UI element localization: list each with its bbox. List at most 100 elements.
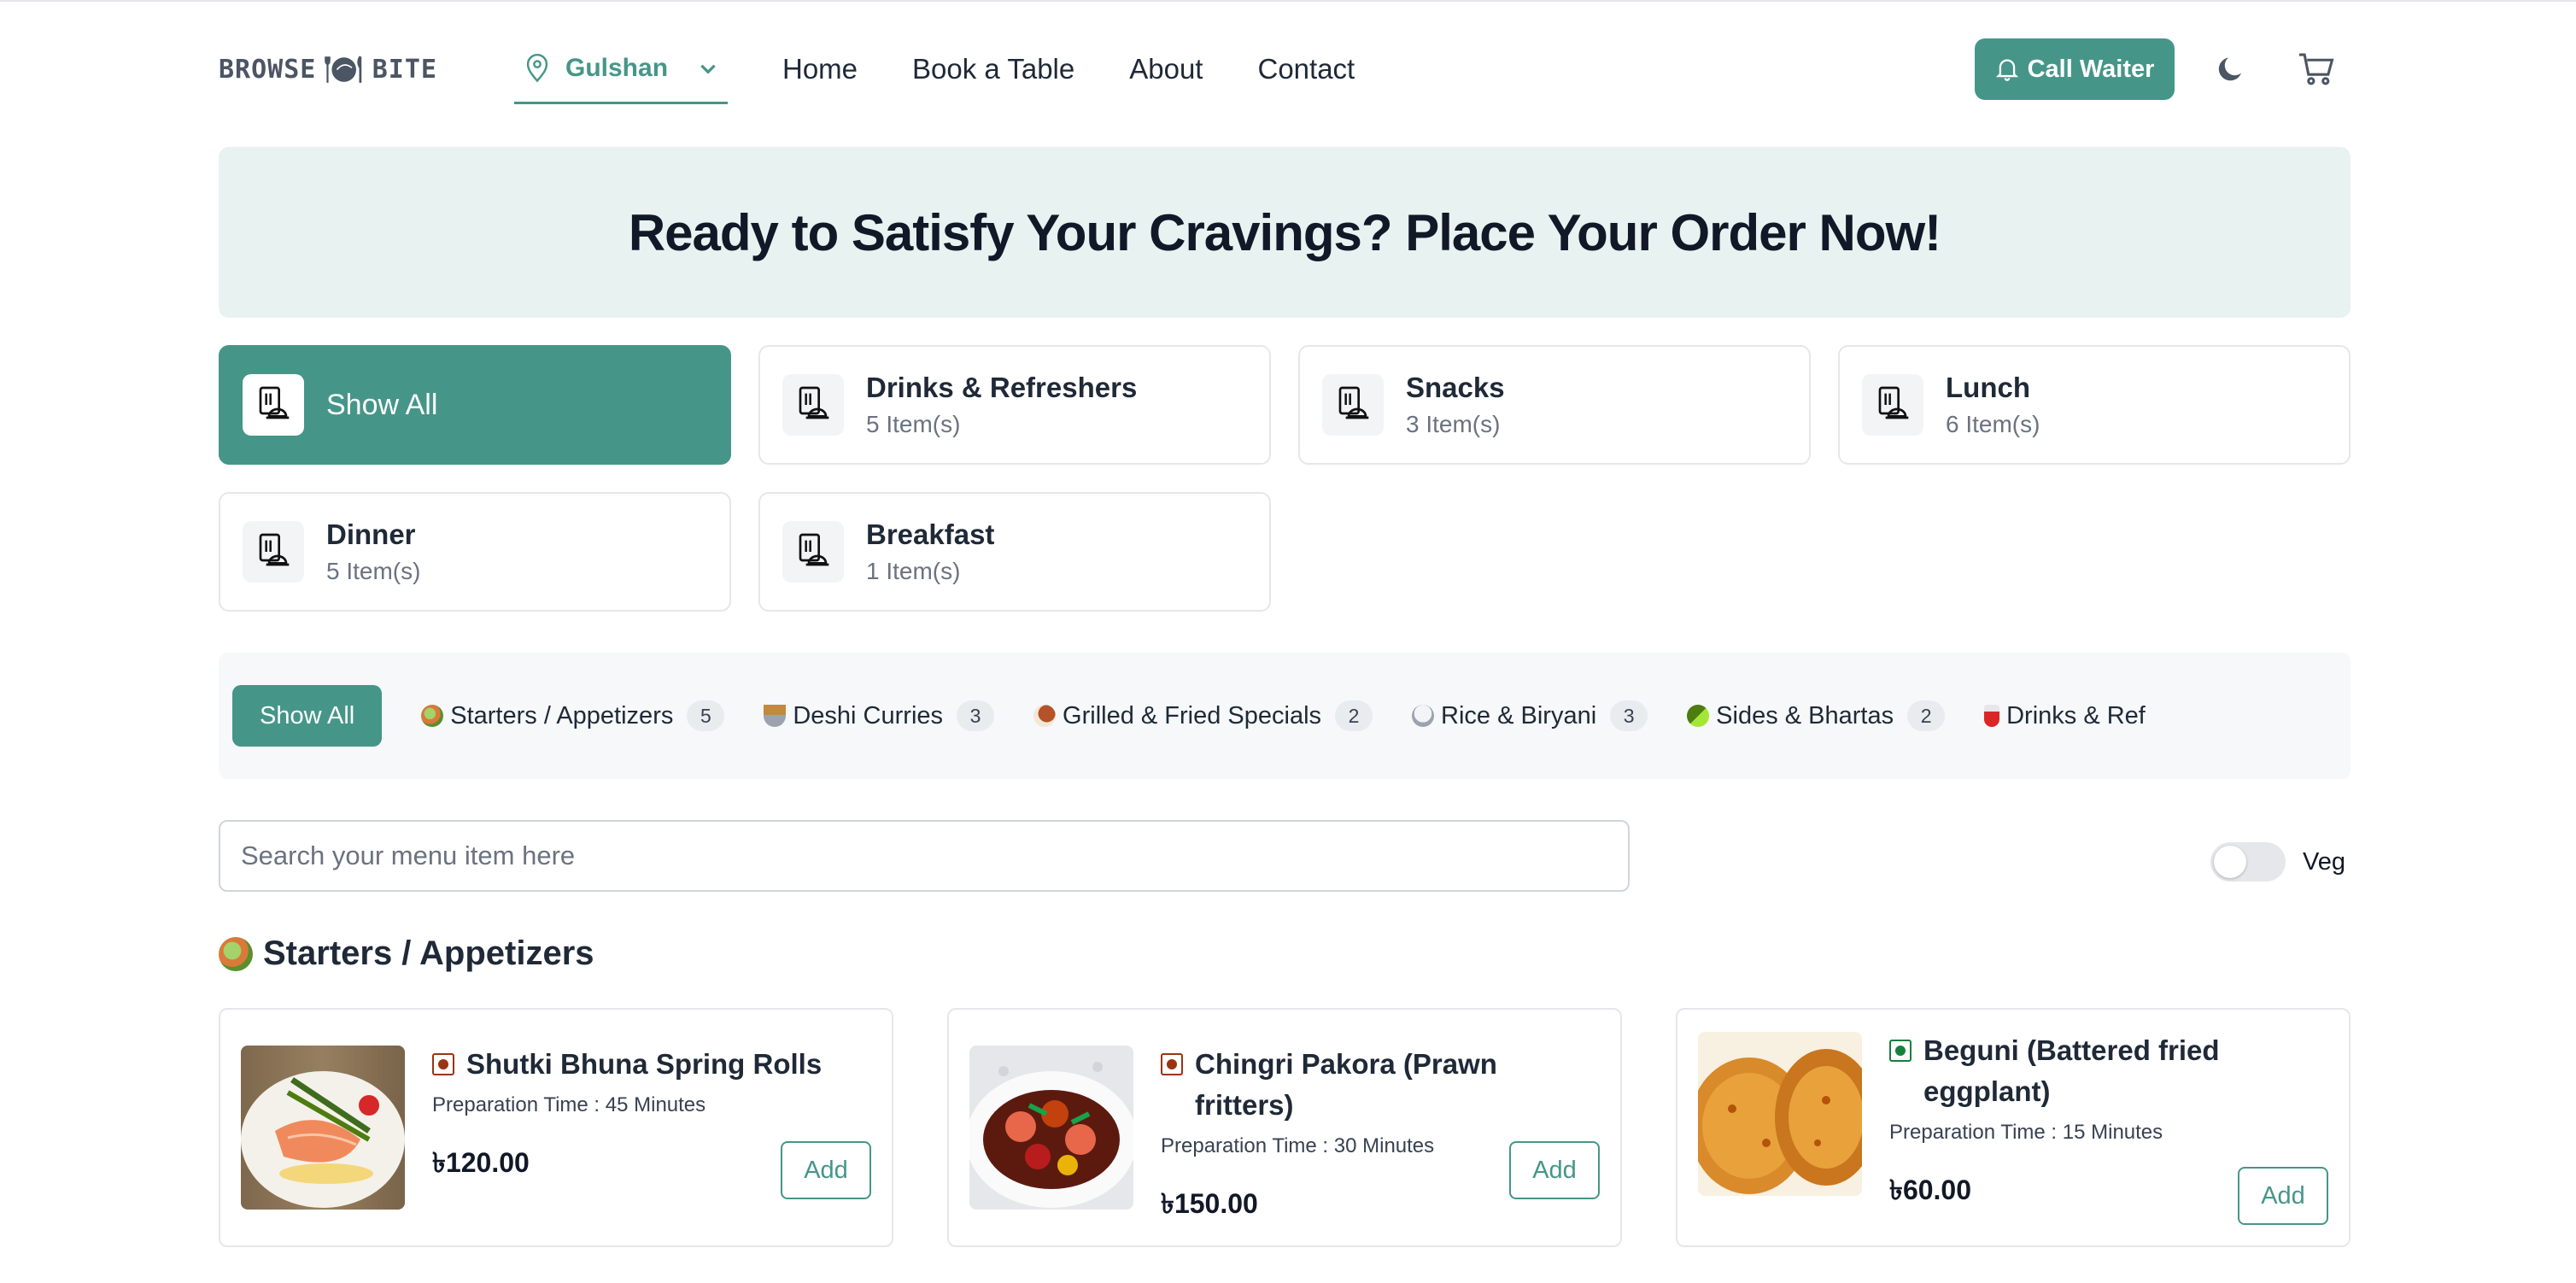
tab-deshi-curries[interactable]: Deshi Curries 3 [764,700,995,731]
hero-banner: Ready to Satisfy Your Cravings? Place Yo… [219,147,2351,318]
banner-title: Ready to Satisfy Your Cravings? Place Yo… [628,203,1941,261]
menu-item-name-text: Shutki Bhuna Spring Rolls [466,1048,823,1080]
category-icon-box [782,374,844,436]
category-text: Breakfast 1 Item(s) [866,518,994,585]
tab-count-badge: 2 [1907,700,1946,731]
call-waiter-button[interactable]: Call Waiter [1975,38,2175,100]
header-actions: Call Waiter [1975,38,2351,100]
category-count: 6 Item(s) [1946,411,2040,437]
dark-mode-toggle[interactable] [2205,44,2257,95]
menu-item-name: Beguni (Battered fried eggplant) [1889,1030,2328,1112]
toggle-knob [2214,846,2246,878]
menu-tray-icon [259,533,290,566]
category-text: Dinner 5 Item(s) [326,518,420,585]
subcategory-tabs: Show All Starters / Appetizers 5 Deshi C… [219,653,2351,779]
nav-book-a-table[interactable]: Book a Table [912,53,1074,85]
menu-item-name-text: Beguni (Battered fried eggplant) [1923,1034,2220,1107]
menu-item-info: Chingri Pakora (Prawn fritters) Preparat… [1161,1044,1600,1228]
tab-count-badge: 3 [957,700,995,731]
menu-item-card[interactable]: Chingri Pakora (Prawn fritters) Preparat… [947,1008,1622,1247]
menu-tray-icon [799,533,829,566]
category-count: 5 Item(s) [326,558,421,584]
veg-label: Veg [2303,847,2345,876]
tab-starters[interactable]: Starters / Appetizers 5 [421,700,725,731]
cart-icon [2299,53,2334,85]
rice-bowl-icon [1412,705,1435,727]
category-name: Dinner [326,518,416,550]
category-card-snacks[interactable]: Snacks 3 Item(s) [1298,345,1811,465]
category-name: Show All [326,388,438,421]
site-header: BROWSE BITE Gulshan Home Book a Table Ab… [219,32,2351,106]
menu-tray-icon [1338,386,1369,419]
category-card-drinks[interactable]: Drinks & Refreshers 5 Item(s) [758,345,1271,465]
moon-icon [2218,57,2241,81]
cart-button[interactable] [2291,44,2342,95]
menu-item-name: Shutki Bhuna Spring Rolls [432,1044,871,1085]
add-to-cart-button[interactable]: Add [1509,1141,1600,1199]
salad-icon [421,705,444,727]
cucumber-icon [1687,705,1710,727]
tab-count-badge: 2 [1335,700,1373,731]
preparation-time: Preparation Time : 45 Minutes [432,1093,706,1116]
menu-item-card[interactable]: Beguni (Battered fried eggplant) Prepara… [1676,1008,2351,1247]
category-card-breakfast[interactable]: Breakfast 1 Item(s) [758,492,1271,612]
menu-item-list: Shutki Bhuna Spring Rolls Preparation Ti… [219,1008,2351,1247]
category-name: Drinks & Refreshers [866,372,1138,403]
category-grid: Show All Drinks & Refreshers 5 Item(s) S… [219,345,2351,612]
tab-label: Rice & Biryani [1441,701,1597,729]
category-name: Breakfast [866,518,995,550]
top-border [0,0,2576,2]
prawn-dish-image [969,1046,1133,1210]
category-card-lunch[interactable]: Lunch 6 Item(s) [1838,345,2351,465]
nav-about[interactable]: About [1129,53,1203,85]
menu-tray-icon [799,386,829,419]
search-input[interactable] [219,820,1630,892]
logo-text-right: BITE [372,54,437,85]
nav-home[interactable]: Home [782,53,858,85]
location-label: Gulshan [565,53,669,82]
tab-label: Deshi Curries [793,701,944,729]
curry-bowl-icon [764,705,787,727]
plate-cutlery-logo-icon [325,56,362,83]
category-icon-box [243,374,304,436]
logo-text-left: BROWSE [219,54,317,85]
tab-count-badge: 3 [1610,700,1648,731]
logo[interactable]: BROWSE BITE [219,32,437,106]
preparation-time: Preparation Time : 15 Minutes [1889,1121,2163,1144]
add-to-cart-button[interactable]: Add [781,1141,871,1199]
category-icon-box [782,521,844,583]
category-icon-box [1322,374,1384,436]
category-icon-box [243,521,304,583]
veg-filter[interactable]: Veg [2210,842,2345,882]
menu-tray-icon [1878,386,1909,419]
salmon-dish-image [241,1046,405,1210]
category-count: 1 Item(s) [866,558,961,584]
tab-label: Sides & Bhartas [1716,701,1894,729]
category-name: Lunch [1946,372,2030,403]
category-text: Lunch 6 Item(s) [1946,372,2040,438]
map-pin-icon [526,53,548,82]
tab-drinks[interactable]: Drinks & Ref [1984,702,2146,730]
tab-count-badge: 5 [687,700,725,731]
category-card-dinner[interactable]: Dinner 5 Item(s) [219,492,731,612]
veg-toggle-switch[interactable] [2210,842,2286,882]
location-selector[interactable]: Gulshan [514,34,728,104]
drink-cup-icon [1984,705,2000,727]
tab-rice-biryani[interactable]: Rice & Biryani 3 [1412,700,1648,731]
add-to-cart-button[interactable]: Add [2238,1167,2328,1225]
category-text: Drinks & Refreshers 5 Item(s) [866,372,1137,438]
tab-grilled-fried[interactable]: Grilled & Fried Specials 2 [1033,700,1373,731]
nav-contact[interactable]: Contact [1257,53,1355,85]
veg-indicator-icon [1889,1040,1912,1062]
tab-label: Drinks & Ref [2006,701,2146,729]
category-card-show-all[interactable]: Show All [219,345,731,465]
tab-show-all[interactable]: Show All [232,685,383,747]
category-text: Show All [326,389,437,422]
menu-item-name: Chingri Pakora (Prawn fritters) [1161,1044,1600,1126]
category-text: Snacks 3 Item(s) [1406,372,1505,438]
eggplant-fritters-image [1698,1032,1862,1196]
tab-sides-bhartas[interactable]: Sides & Bhartas 2 [1687,700,1946,731]
menu-item-card[interactable]: Shutki Bhuna Spring Rolls Preparation Ti… [219,1008,893,1247]
section-heading: Starters / Appetizers [219,934,594,973]
non-veg-indicator-icon [1161,1053,1183,1075]
